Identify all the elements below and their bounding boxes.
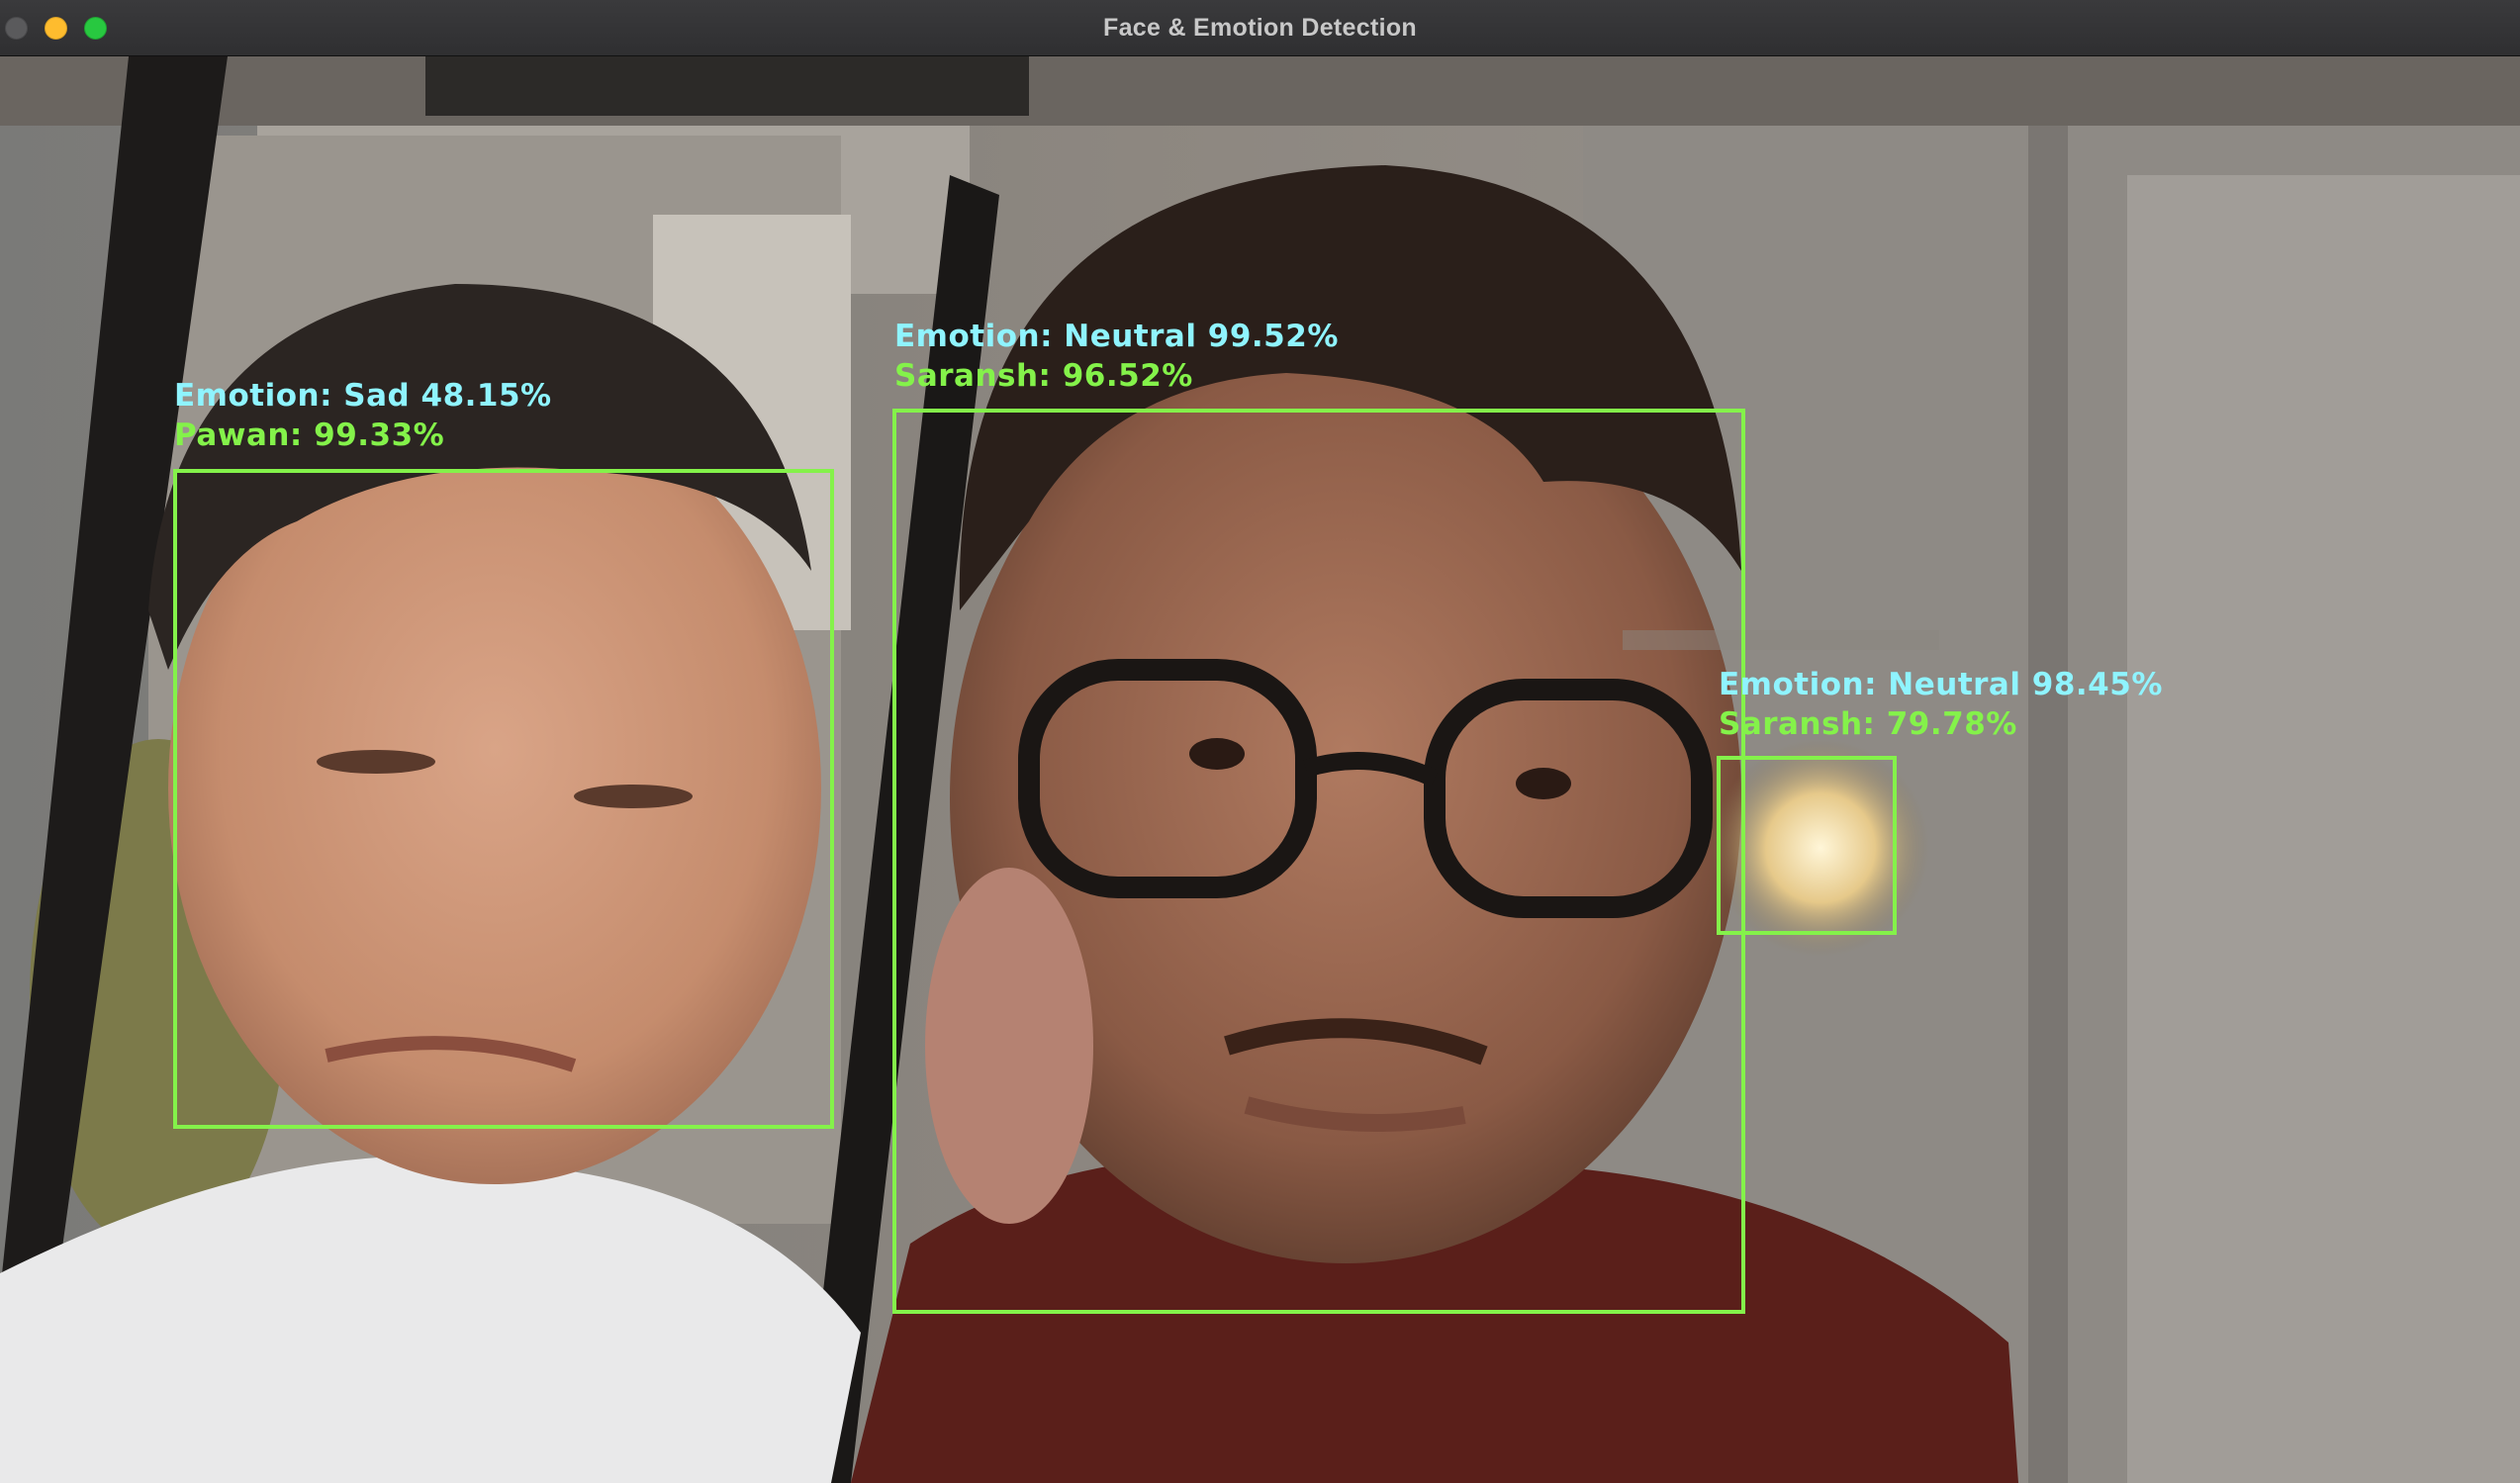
window-title: Face & Emotion Detection	[1103, 14, 1417, 42]
emotion-label-2: Emotion: Neutral 99.52%	[894, 319, 1339, 354]
app-window: Face & Emotion Detection Emotion: Sad 48…	[0, 0, 2520, 1483]
face-bounding-box-2	[892, 409, 1745, 1314]
identity-label-2: Saransh: 96.52%	[894, 358, 1193, 394]
identity-label-3: Saransh: 79.78%	[1719, 706, 2017, 742]
identity-label-1: Pawan: 99.33%	[174, 417, 445, 453]
face-bounding-box-3	[1717, 756, 1897, 935]
face-bounding-box-1	[173, 469, 834, 1129]
emotion-label-3: Emotion: Neutral 98.45%	[1719, 667, 2163, 702]
emotion-label-1: Emotion: Sad 48.15%	[174, 378, 552, 414]
camera-feed: Emotion: Sad 48.15% Pawan: 99.33% Emotio…	[0, 56, 2520, 1483]
title-bar[interactable]: Face & Emotion Detection	[0, 0, 2520, 56]
